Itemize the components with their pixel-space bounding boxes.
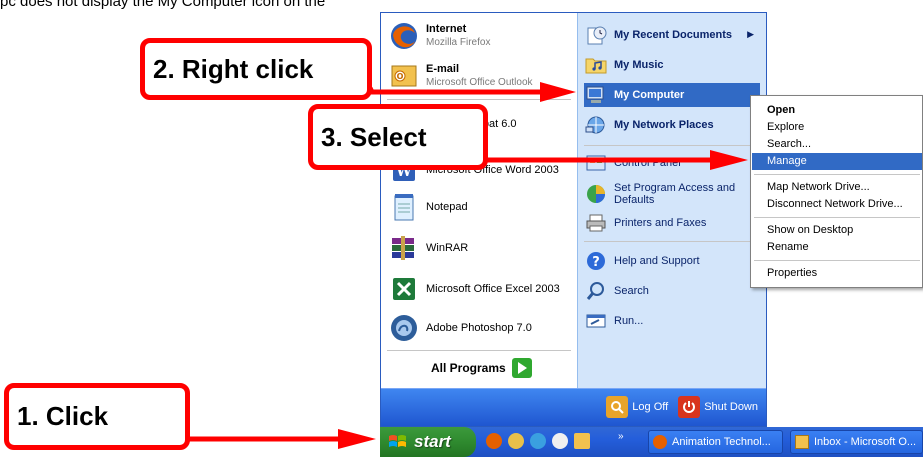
arrowhead: [540, 82, 576, 102]
callout-step-1: 1. Click: [4, 383, 190, 450]
arrow-line: [367, 86, 540, 95]
arrow-line: [177, 427, 338, 442]
arrowhead: [338, 429, 376, 449]
callout-step-2: 2. Right click: [140, 38, 372, 100]
callout-text: 2. Right click: [153, 53, 314, 84]
callout-text: 3. Select: [321, 121, 427, 152]
callout-step-3: 3. Select: [308, 104, 488, 170]
arrowhead: [710, 150, 748, 170]
callout-text: 1. Click: [17, 401, 109, 431]
